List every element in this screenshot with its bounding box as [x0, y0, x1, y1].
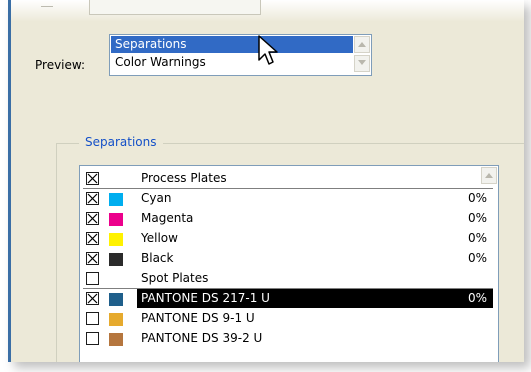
separation-row[interactable]: Black 0% [83, 249, 493, 268]
ink-coverage-percent: 0% [467, 211, 487, 225]
scroll-up-button[interactable] [354, 36, 370, 53]
chevron-up-icon [485, 173, 493, 178]
chevron-down-icon [358, 60, 366, 65]
x-mark-icon [87, 173, 98, 184]
faded-divider [41, 6, 53, 7]
color-swatch [109, 253, 123, 266]
visibility-checkbox[interactable] [86, 192, 99, 205]
ink-coverage-percent: 0% [467, 231, 487, 245]
x-mark-icon [87, 233, 98, 244]
separation-name: Yellow [141, 231, 178, 245]
faded-top-field [89, 0, 261, 15]
faded-top-edge [11, 0, 524, 22]
ink-coverage-percent: 0% [467, 291, 487, 305]
preview-label: Preview: [35, 58, 86, 72]
visibility-checkbox[interactable] [86, 212, 99, 225]
separation-row[interactable]: PANTONE DS 217-1 U 0% [83, 289, 493, 308]
separation-row[interactable]: Yellow 0% [83, 229, 493, 248]
visibility-checkbox[interactable] [86, 232, 99, 245]
separation-name: Process Plates [141, 171, 227, 185]
visibility-checkbox[interactable] [86, 292, 99, 305]
plate-group-row[interactable]: Process Plates [83, 169, 493, 189]
separation-row[interactable]: Cyan 0% [83, 189, 493, 208]
color-swatch [109, 213, 123, 226]
visibility-checkbox[interactable] [86, 252, 99, 265]
x-mark-icon [87, 193, 98, 204]
list-scroll-up-button[interactable] [481, 167, 497, 184]
separation-name: Spot Plates [141, 271, 209, 285]
color-swatch [109, 233, 123, 246]
separation-row[interactable]: PANTONE DS 9-1 U [83, 309, 493, 328]
ink-coverage-percent: 0% [467, 191, 487, 205]
preview-listbox[interactable]: Separations Color Warnings [109, 34, 372, 76]
mouse-pointer-icon [258, 35, 278, 65]
separations-group-title: Separations [79, 135, 163, 149]
separation-name: PANTONE DS 9-1 U [141, 311, 255, 325]
separation-row[interactable]: Magenta 0% [83, 209, 493, 228]
color-swatch [109, 193, 123, 206]
plate-group-row[interactable]: Spot Plates [83, 269, 493, 289]
separation-name: Black [141, 251, 174, 265]
separations-list[interactable]: Process Plates Cyan 0% Magenta 0% Yellow 0% Bla… [79, 165, 499, 362]
x-mark-icon [87, 253, 98, 264]
x-mark-icon [87, 293, 98, 304]
visibility-checkbox[interactable] [86, 332, 99, 345]
chevron-up-icon [358, 42, 366, 47]
color-swatch [109, 333, 123, 346]
visibility-checkbox[interactable] [86, 312, 99, 325]
preview-option-color-warnings[interactable]: Color Warnings [111, 54, 353, 71]
visibility-checkbox[interactable] [86, 172, 99, 185]
separation-row[interactable]: PANTONE DS 39-2 U [83, 329, 493, 348]
preview-option-separations[interactable]: Separations [111, 36, 353, 53]
x-mark-icon [87, 213, 98, 224]
color-swatch [109, 293, 123, 306]
scroll-down-button[interactable] [354, 55, 370, 72]
color-swatch [109, 313, 123, 326]
separation-name: PANTONE DS 39-2 U [141, 331, 263, 345]
ink-coverage-percent: 0% [467, 251, 487, 265]
separation-name: Cyan [141, 191, 172, 205]
visibility-checkbox[interactable] [86, 272, 99, 285]
separation-name: Magenta [141, 211, 194, 225]
separation-name: PANTONE DS 217-1 U [141, 291, 270, 305]
